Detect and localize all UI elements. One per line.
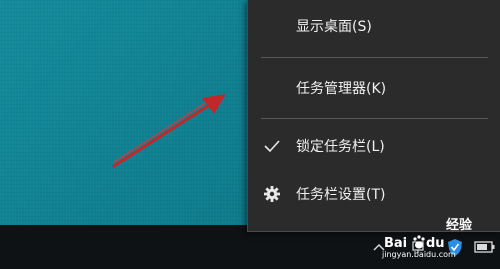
watermark-logo-text: Bai — [384, 236, 408, 251]
checkmark-icon — [264, 140, 280, 153]
menu-item-task-manager[interactable]: 任务管理器(K) — [248, 69, 500, 107]
menu-item-label: 任务管理器(K) — [296, 81, 387, 97]
watermark-word: 经验 — [446, 218, 473, 233]
baidu-watermark: Bai du 经验 jingyan.baidu.com — [382, 210, 476, 260]
menu-item-taskbar-settings[interactable]: 任务栏设置(T) — [248, 175, 500, 213]
watermark-logo-mid: du — [426, 236, 445, 251]
menu-separator — [261, 118, 488, 119]
menu-item-label: 显示桌面(S) — [296, 19, 372, 35]
annotation-arrow — [112, 94, 226, 168]
battery-icon[interactable] — [474, 237, 496, 257]
menu-item-label: 任务栏设置(T) — [296, 187, 386, 203]
gear-icon — [264, 186, 280, 202]
menu-item-lock-taskbar[interactable]: 锁定任务栏(L) — [248, 127, 500, 165]
menu-item-show-desktop[interactable]: 显示桌面(S) — [248, 7, 500, 45]
taskbar-context-menu: 显示桌面(S) 任务管理器(K) 锁定任务栏(L) 任务栏设置(T) — [247, 0, 500, 232]
menu-separator — [261, 57, 488, 58]
paw-icon — [413, 235, 425, 249]
menu-item-label: 锁定任务栏(L) — [296, 139, 385, 155]
watermark-url: jingyan.baidu.com — [382, 250, 456, 259]
